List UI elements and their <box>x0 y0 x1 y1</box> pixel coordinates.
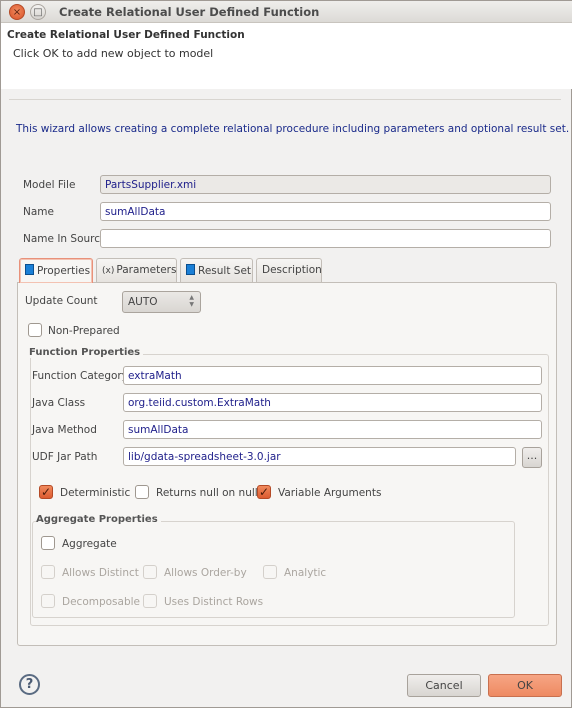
returns-null-checkbox[interactable] <box>135 485 149 499</box>
analytic-checkbox[interactable] <box>263 565 277 579</box>
tab-parameters[interactable]: (x) Parameters <box>96 258 177 282</box>
non-prepared-label: Non-Prepared <box>48 325 120 337</box>
variable-arguments-label: Variable Arguments <box>278 487 382 499</box>
deterministic-checkbox[interactable]: ✓ <box>39 485 53 499</box>
browse-button[interactable]: ... <box>522 447 542 468</box>
function-category-label: Function Category <box>32 370 128 382</box>
allows-order-by-label: Allows Order-by <box>164 567 247 579</box>
header-message: Click OK to add new object to model <box>13 47 214 60</box>
model-file-field: PartsSupplier.xmi <box>100 175 551 194</box>
name-input[interactable]: sumAllData <box>100 202 551 221</box>
cancel-button[interactable]: Cancel <box>407 674 481 697</box>
update-count-value: AUTO <box>128 296 158 308</box>
update-count-select[interactable]: AUTO ▲ ▼ <box>122 291 201 313</box>
tab-label: Description <box>262 264 322 276</box>
name-in-source-input[interactable] <box>100 229 551 248</box>
allows-distinct-checkbox[interactable] <box>41 565 55 579</box>
java-class-label: Java Class <box>32 397 86 409</box>
intro-text: This wizard allows creating a complete r… <box>16 123 570 135</box>
divider <box>9 99 561 100</box>
table-icon <box>25 264 34 275</box>
tab-result-set[interactable]: Result Set <box>180 258 253 282</box>
java-class-input[interactable]: org.teiid.custom.ExtraMath <box>123 393 542 412</box>
function-properties-title: Function Properties <box>29 347 144 358</box>
tab-description[interactable]: Description <box>256 258 322 282</box>
aggregate-checkbox[interactable] <box>41 536 55 550</box>
aggregate-label: Aggregate <box>62 538 117 550</box>
udf-jar-label: UDF Jar Path <box>32 451 98 463</box>
update-count-label: Update Count <box>25 295 98 307</box>
header-title: Create Relational User Defined Function <box>7 29 245 41</box>
java-method-label: Java Method <box>32 424 97 436</box>
allows-distinct-label: Allows Distinct <box>62 567 139 579</box>
spin-arrows-icon: ▲ ▼ <box>189 294 194 308</box>
tab-properties[interactable]: Properties <box>19 258 93 283</box>
decomposable-label: Decomposable <box>62 596 141 608</box>
decomposable-checkbox[interactable] <box>41 594 55 608</box>
java-method-input[interactable]: sumAllData <box>123 420 542 439</box>
analytic-label: Analytic <box>284 567 327 579</box>
returns-null-label: Returns null on null <box>156 487 258 499</box>
tab-label: Parameters <box>116 264 177 276</box>
table-icon <box>186 264 195 275</box>
tab-label: Result Set <box>198 265 252 277</box>
close-icon[interactable]: × <box>9 4 25 20</box>
variable-arguments-checkbox[interactable]: ✓ <box>257 485 271 499</box>
maximize-icon[interactable]: □ <box>30 4 46 20</box>
aggregate-properties-title: Aggregate Properties <box>36 514 161 525</box>
window-title: Create Relational User Defined Function <box>59 5 320 19</box>
uses-distinct-rows-label: Uses Distinct Rows <box>164 596 264 608</box>
model-file-label: Model File <box>23 179 76 191</box>
deterministic-label: Deterministic <box>60 487 131 499</box>
tab-label: Properties <box>37 265 91 277</box>
udf-jar-input[interactable]: lib/gdata-spreadsheet-3.0.jar <box>123 447 516 466</box>
ok-button[interactable]: OK <box>488 674 562 697</box>
function-category-input[interactable]: extraMath <box>123 366 542 385</box>
uses-distinct-rows-checkbox[interactable] <box>143 594 157 608</box>
name-in-source-label: Name In Source <box>23 233 107 245</box>
help-icon[interactable]: ? <box>19 674 40 695</box>
variable-icon: (x) <box>102 266 115 276</box>
non-prepared-checkbox[interactable] <box>28 323 42 337</box>
allows-order-by-checkbox[interactable] <box>143 565 157 579</box>
name-label: Name <box>23 206 54 218</box>
